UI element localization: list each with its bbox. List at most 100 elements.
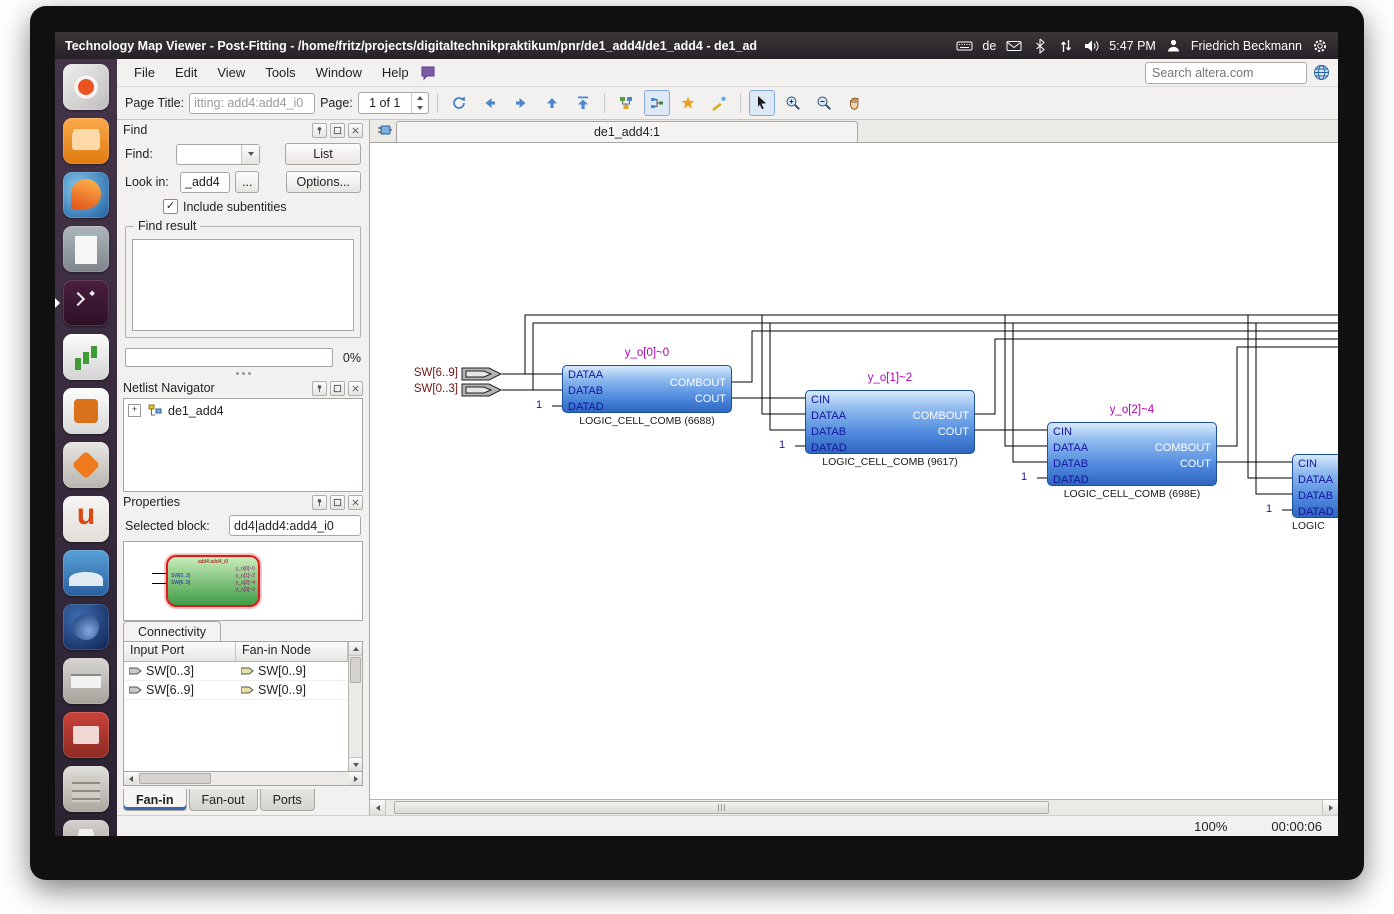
page-title-field[interactable]: [189, 93, 315, 114]
list-button[interactable]: List: [285, 143, 361, 165]
scroll-down-icon[interactable]: [349, 757, 362, 771]
spinner-up-icon[interactable]: [412, 93, 428, 103]
panel-splitter[interactable]: [117, 369, 369, 378]
options-button[interactable]: Options...: [286, 171, 362, 193]
tab-de1_add4[interactable]: de1_add4:1: [396, 121, 858, 142]
scroll-up-icon[interactable]: [349, 642, 362, 656]
launcher-dash-home[interactable]: [63, 64, 109, 110]
volume-icon[interactable]: [1083, 37, 1100, 54]
pin-icon[interactable]: [312, 381, 327, 396]
pin-icon[interactable]: [312, 123, 327, 138]
col-fanin-node[interactable]: Fan-in Node: [236, 642, 348, 661]
page-spinner[interactable]: 1 of 1: [358, 92, 429, 114]
close-icon[interactable]: [348, 381, 363, 396]
float-icon[interactable]: [330, 381, 345, 396]
pin-icon[interactable]: [312, 495, 327, 510]
preview-block[interactable]: add4:add4_i0 SW[0..3] SW[6..9] y_o[0]~0 …: [166, 555, 260, 607]
menu-edit[interactable]: Edit: [166, 62, 206, 83]
horizontal-scrollbar[interactable]: [370, 799, 1338, 815]
look-in-field[interactable]: [180, 172, 230, 193]
back-icon[interactable]: [477, 90, 503, 116]
logic-cell[interactable]: DATAADATABDATAD COMBOUTCOUT: [562, 365, 732, 413]
star-icon[interactable]: [675, 90, 701, 116]
launcher-terminal[interactable]: [63, 280, 109, 326]
clock[interactable]: 5:47 PM: [1109, 39, 1156, 53]
launcher-input-keyboard[interactable]: [63, 658, 109, 704]
float-icon[interactable]: [330, 495, 345, 510]
keyboard-layout-label[interactable]: de: [982, 39, 996, 53]
scroll-left-icon[interactable]: [124, 772, 137, 785]
scroll-right-icon[interactable]: [1322, 800, 1338, 815]
close-icon[interactable]: [348, 123, 363, 138]
launcher-trash[interactable]: [63, 820, 109, 836]
hierarchy-icon[interactable]: [613, 90, 639, 116]
launcher-archive-stack[interactable]: [63, 766, 109, 812]
search-input[interactable]: [1145, 62, 1307, 84]
logic-cell[interactable]: CINDATAADATABDATAD: [1292, 454, 1338, 518]
scroll-left-icon[interactable]: [370, 800, 386, 815]
zoom-out-icon[interactable]: [811, 90, 837, 116]
tree-item-de1_add4[interactable]: + de1_add4: [124, 399, 362, 422]
select-pointer-icon[interactable]: [749, 90, 775, 116]
find-combobox[interactable]: [176, 144, 260, 165]
logic-cell[interactable]: CINDATAADATABDATAD COMBOUTCOUT: [805, 390, 975, 454]
scroll-right-icon[interactable]: [349, 772, 362, 785]
up-icon[interactable]: [539, 90, 565, 116]
pan-hand-icon[interactable]: [842, 90, 868, 116]
tab-ports[interactable]: Ports: [260, 789, 315, 811]
menu-window[interactable]: Window: [307, 62, 371, 83]
keyboard-icon[interactable]: [956, 37, 973, 54]
forward-icon[interactable]: [508, 90, 534, 116]
launcher-java-sphere[interactable]: [63, 604, 109, 650]
zoom-in-icon[interactable]: [780, 90, 806, 116]
col-input-port[interactable]: Input Port: [124, 642, 236, 661]
globe-icon[interactable]: [1313, 64, 1330, 81]
table-row[interactable]: SW[0..3] SW[0..9]: [124, 662, 348, 681]
netlist-tree[interactable]: + de1_add4: [123, 398, 363, 492]
scroll-thumb[interactable]: [394, 801, 1049, 814]
launcher-document-viewer[interactable]: [63, 226, 109, 272]
include-subentities-checkbox[interactable]: ✓: [163, 199, 178, 214]
logic-cell[interactable]: CINDATAADATABDATAD COMBOUTCOUT: [1047, 422, 1217, 486]
launcher-firefox[interactable]: [63, 172, 109, 218]
netlist-view-icon[interactable]: [644, 90, 670, 116]
tab-connectivity[interactable]: Connectivity: [123, 621, 221, 641]
launcher-libreoffice-impress[interactable]: [63, 388, 109, 434]
tab-fan-out[interactable]: Fan-out: [189, 789, 258, 811]
menu-help[interactable]: Help: [373, 62, 418, 83]
scroll-thumb[interactable]: [350, 657, 361, 683]
float-icon[interactable]: [330, 123, 345, 138]
find-result-area[interactable]: [132, 239, 354, 331]
help-bubble-icon[interactable]: [420, 64, 437, 81]
block-preview[interactable]: add4:add4_i0 SW[0..3] SW[6..9] y_o[0]~0 …: [123, 541, 363, 621]
bluetooth-icon[interactable]: [1031, 37, 1048, 54]
menu-view[interactable]: View: [208, 62, 254, 83]
scroll-thumb[interactable]: [139, 773, 211, 784]
table-vertical-scrollbar[interactable]: [348, 642, 362, 771]
tab-fan-in[interactable]: Fan-in: [123, 789, 187, 811]
user-name[interactable]: Friedrich Beckmann: [1191, 39, 1302, 53]
launcher-toolbox[interactable]: [63, 712, 109, 758]
top-icon[interactable]: [570, 90, 596, 116]
sync-arrows-icon[interactable]: [1057, 37, 1074, 54]
browse-button[interactable]: ...: [235, 171, 259, 193]
schematic-doc-icon[interactable]: [374, 122, 396, 140]
launcher-files[interactable]: [63, 118, 109, 164]
spinner-down-icon[interactable]: [412, 103, 428, 113]
tree-expander-icon[interactable]: +: [128, 404, 141, 417]
mail-icon[interactable]: [1005, 37, 1022, 54]
session-gear-icon[interactable]: [1311, 37, 1328, 54]
launcher-libreoffice-calc[interactable]: [63, 334, 109, 380]
table-horizontal-scrollbar[interactable]: [123, 772, 363, 786]
refresh-icon[interactable]: [446, 90, 472, 116]
launcher-ubuntu-software[interactable]: u: [63, 496, 109, 542]
combo-dropdown-icon[interactable]: [241, 145, 259, 164]
input-pin-label[interactable]: SW[6..9]: [388, 367, 458, 379]
wand-icon[interactable]: [706, 90, 732, 116]
user-icon[interactable]: [1165, 37, 1182, 54]
table-row[interactable]: SW[6..9] SW[0..9]: [124, 681, 348, 700]
menu-file[interactable]: File: [125, 62, 164, 83]
selected-block-field[interactable]: [229, 515, 361, 536]
input-pin-label[interactable]: SW[0..3]: [388, 383, 458, 395]
close-icon[interactable]: [348, 495, 363, 510]
